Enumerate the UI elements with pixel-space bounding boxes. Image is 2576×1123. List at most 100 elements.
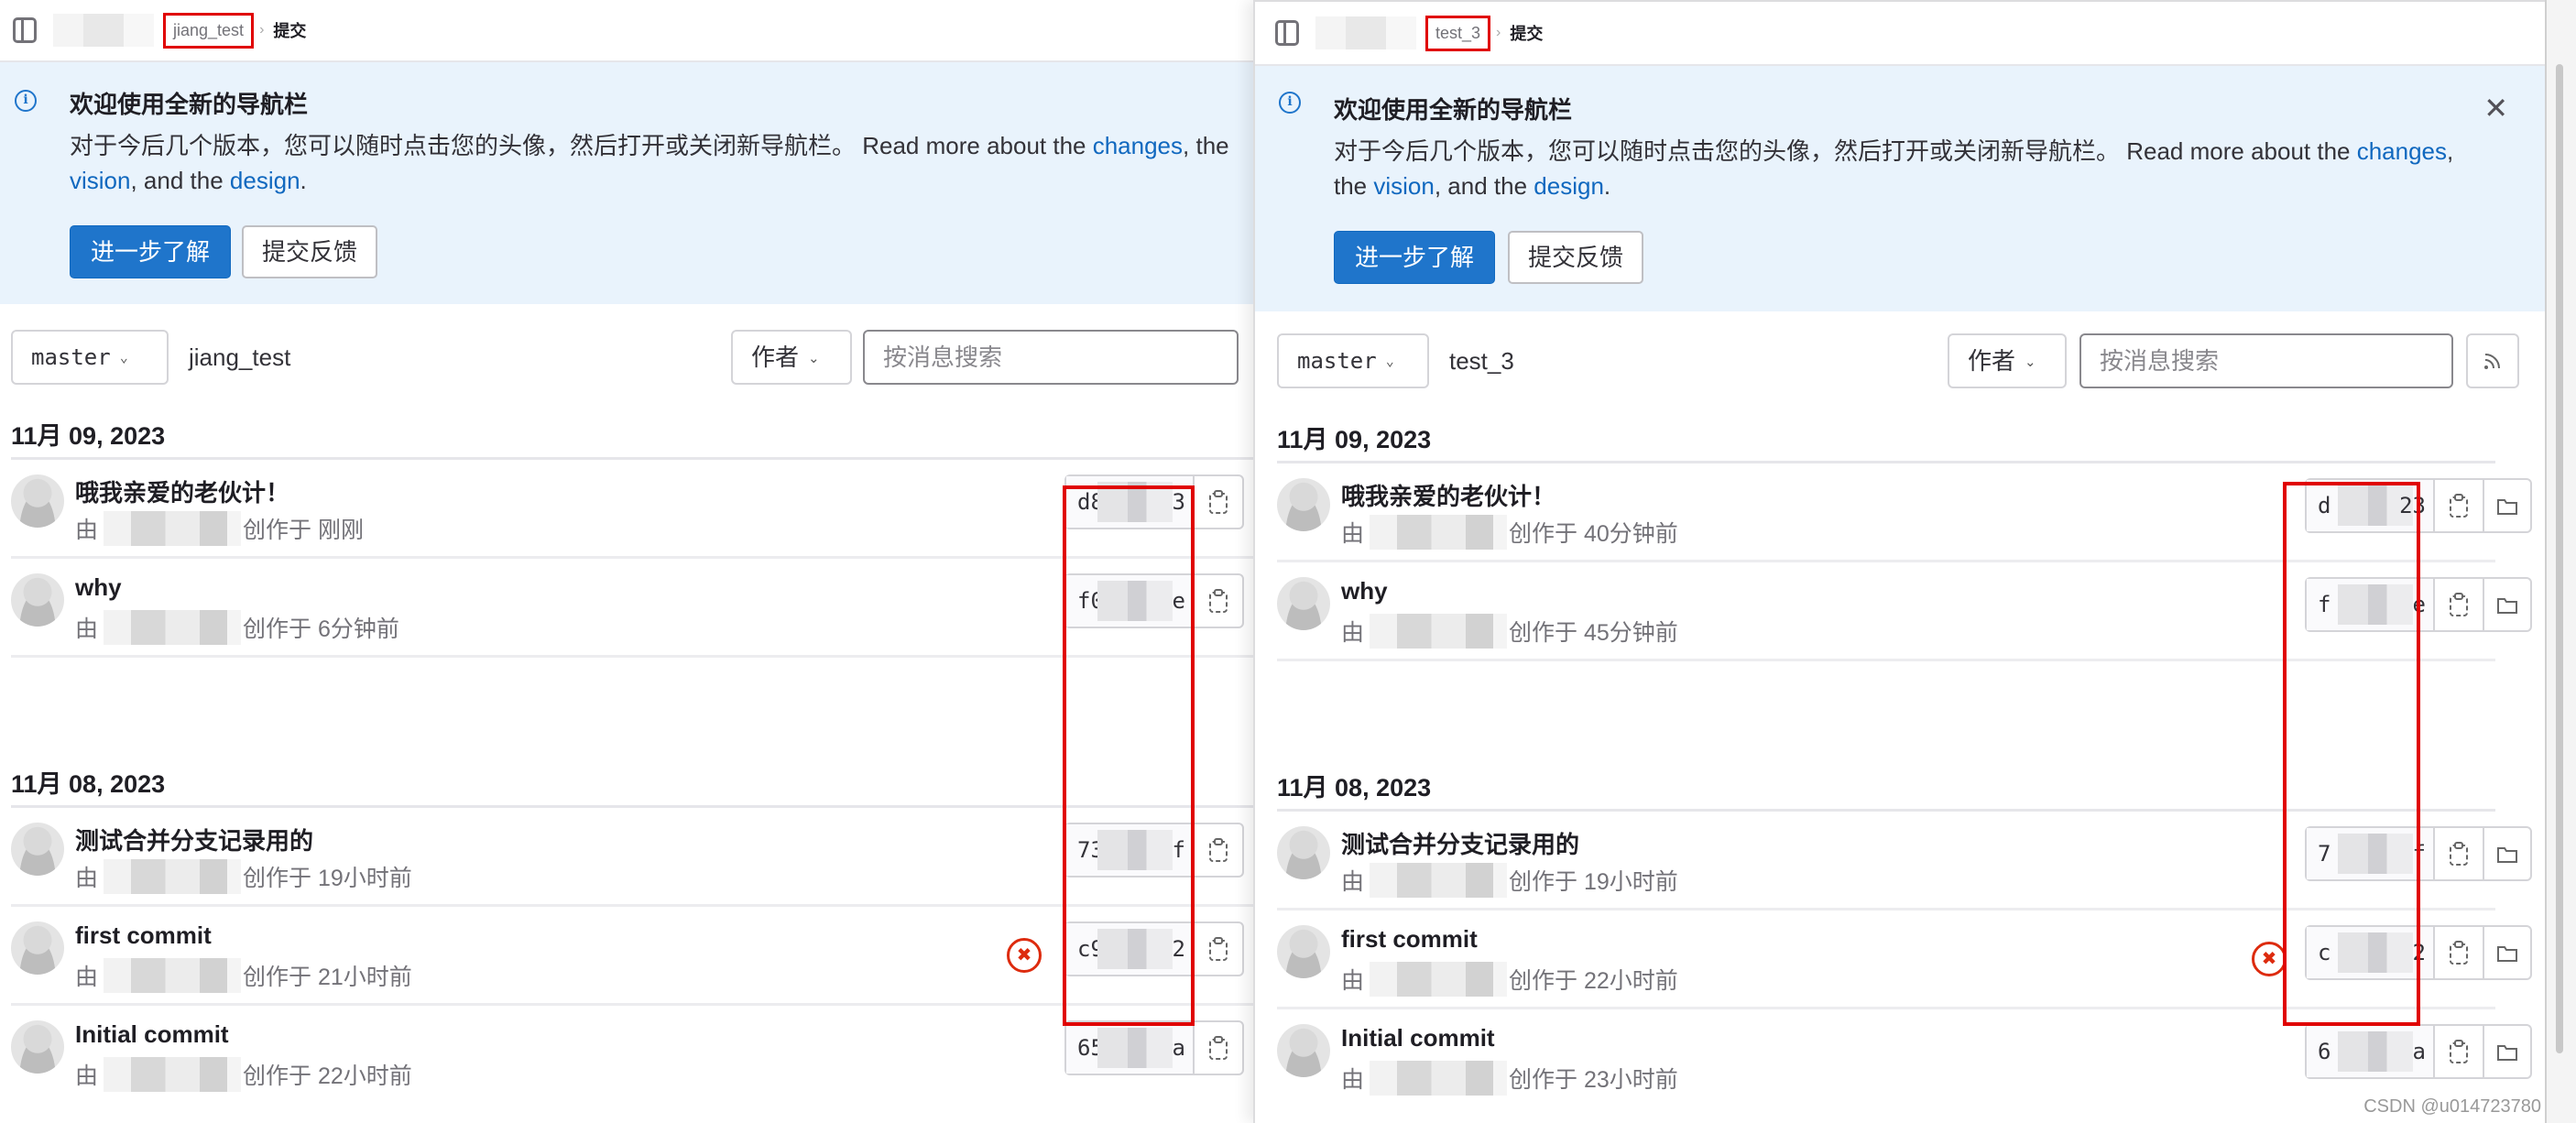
commit-sha[interactable]: c9 2 <box>1066 923 1195 975</box>
avatar[interactable] <box>1277 577 1330 630</box>
commit-list: 11月 09, 2023 哦我亲爱的老伙计！ 由 创作于 刚刚 d8 3 why 由… <box>11 412 1253 1105</box>
author-redacted[interactable] <box>1370 614 1508 649</box>
commit-title[interactable]: first commit <box>1341 925 1478 954</box>
avatar[interactable] <box>1277 478 1330 531</box>
banner-text: 对于今后几个版本，您可以随时点击您的头像，然后打开或关闭新导航栏。 Read m… <box>1334 137 2357 165</box>
avatar[interactable] <box>11 573 64 627</box>
commit-title[interactable]: first commit <box>75 921 212 950</box>
feedback-button[interactable]: 提交反馈 <box>242 225 378 278</box>
created-time: 创作于 6分钟前 <box>243 616 399 642</box>
commit-sha[interactable]: c2 <box>2307 927 2435 978</box>
browse-files-button[interactable] <box>2483 927 2530 978</box>
commit-sha[interactable]: 73 f <box>1066 824 1195 876</box>
avatar[interactable] <box>11 474 64 528</box>
commit-row: 测试合并分支记录用的 由 创作于 19小时前 73 f <box>11 808 1253 907</box>
author-redacted[interactable] <box>104 511 242 546</box>
by-label: 由 <box>1341 620 1365 646</box>
commit-title[interactable]: 测试合并分支记录用的 <box>75 823 313 856</box>
breadcrumb-group-redacted[interactable] <box>53 14 154 47</box>
learn-more-button[interactable]: 进一步了解 <box>1334 231 1496 284</box>
breadcrumb-project[interactable]: test_3 <box>1425 15 1491 51</box>
copy-sha-button[interactable] <box>2435 480 2483 531</box>
sha-button-group: d8 3 <box>1064 474 1244 529</box>
learn-more-button[interactable]: 进一步了解 <box>70 225 232 278</box>
browse-files-button[interactable] <box>2483 480 2530 531</box>
pipeline-failed-icon[interactable]: ✖ <box>2252 942 2287 976</box>
commit-sha[interactable]: 6a <box>2307 1026 2435 1077</box>
close-icon[interactable]: ✕ <box>2483 93 2508 123</box>
commit-row: Initial commit 由 创作于 22小时前 65 a <box>11 1006 1253 1105</box>
banner-title: 欢迎使用全新的导航栏 <box>70 91 309 118</box>
sidebar-toggle-icon[interactable] <box>1275 20 1299 46</box>
author-redacted[interactable] <box>104 610 242 645</box>
copy-sha-button[interactable] <box>1195 923 1242 975</box>
commit-sha[interactable]: f0 e <box>1066 575 1195 627</box>
commit-sha[interactable]: 7f <box>2307 828 2435 879</box>
sha-redacted <box>1097 929 1173 969</box>
commit-row: 哦我亲爱的老伙计！ 由 创作于 刚刚 d8 3 <box>11 460 1253 559</box>
chevron-down-icon: ⌄ <box>2025 354 2036 370</box>
commit-title[interactable]: Initial commit <box>1341 1024 1495 1052</box>
design-link[interactable]: design <box>230 167 300 194</box>
feedback-button[interactable]: 提交反馈 <box>1508 231 1644 284</box>
commit-row: first commit 由创作于 22小时前 ✖ c2 <box>1277 910 2532 1009</box>
scrollbar-thumb[interactable] <box>2556 64 2563 1053</box>
author-redacted[interactable] <box>104 1057 242 1092</box>
sha-redacted <box>2338 584 2413 625</box>
avatar[interactable] <box>1277 1024 1330 1077</box>
commit-title[interactable]: why <box>1341 577 1388 605</box>
branch-selector[interactable]: master ⌄ <box>11 330 169 385</box>
commit-title[interactable]: 哦我亲爱的老伙计！ <box>1341 478 1555 512</box>
avatar[interactable] <box>11 921 64 975</box>
by-label: 由 <box>75 866 99 891</box>
breadcrumb-project[interactable]: jiang_test <box>163 12 255 49</box>
author-filter-dropdown[interactable]: 作者 ⌄ <box>1948 333 2067 388</box>
copy-sha-button[interactable] <box>2435 828 2483 879</box>
design-link[interactable]: design <box>1534 172 1604 200</box>
author-redacted[interactable] <box>1370 515 1508 550</box>
sidebar-toggle-icon[interactable] <box>13 17 37 43</box>
rss-feed-button[interactable] <box>2466 333 2519 388</box>
sha-redacted <box>2338 1031 2413 1072</box>
author-redacted[interactable] <box>104 859 242 894</box>
commit-sha[interactable]: 65 a <box>1066 1022 1195 1074</box>
commit-title[interactable]: why <box>75 573 122 602</box>
commit-sha[interactable]: d8 3 <box>1066 476 1195 528</box>
commit-title[interactable]: 测试合并分支记录用的 <box>1341 826 1579 860</box>
avatar[interactable] <box>1277 826 1330 879</box>
pipeline-failed-icon[interactable]: ✖ <box>1007 938 1042 973</box>
commit-search-input[interactable] <box>863 330 1239 385</box>
commit-title[interactable]: Initial commit <box>75 1020 229 1049</box>
avatar[interactable] <box>1277 925 1330 978</box>
copy-sha-button[interactable] <box>2435 1026 2483 1077</box>
author-redacted[interactable] <box>1370 863 1508 898</box>
breadcrumb-group-redacted[interactable] <box>1315 16 1416 49</box>
copy-sha-button[interactable] <box>2435 927 2483 978</box>
author-redacted[interactable] <box>1370 1061 1508 1096</box>
browse-files-button[interactable] <box>2483 579 2530 630</box>
commit-search-input[interactable] <box>2079 333 2453 388</box>
commit-meta: 由 创作于 19小时前 <box>1341 863 1678 898</box>
commit-sha[interactable]: fe <box>2307 579 2435 630</box>
copy-sha-button[interactable] <box>1195 575 1242 627</box>
sha-end: 2 <box>2412 940 2426 965</box>
author-filter-dropdown[interactable]: 作者 ⌄ <box>731 330 852 385</box>
copy-sha-button[interactable] <box>1195 1022 1242 1074</box>
copy-sha-button[interactable] <box>2435 579 2483 630</box>
author-redacted[interactable] <box>1370 962 1508 997</box>
avatar[interactable] <box>11 823 64 876</box>
copy-sha-button[interactable] <box>1195 824 1242 876</box>
changes-link[interactable]: changes <box>1093 132 1183 159</box>
browse-files-button[interactable] <box>2483 828 2530 879</box>
commit-sha[interactable]: d 23 <box>2307 480 2435 531</box>
browse-files-button[interactable] <box>2483 1026 2530 1077</box>
changes-link[interactable]: changes <box>2357 137 2447 165</box>
vision-link[interactable]: vision <box>70 167 130 194</box>
vision-link[interactable]: vision <box>1373 172 1434 200</box>
commit-title[interactable]: 哦我亲爱的老伙计！ <box>75 474 289 508</box>
branch-selector[interactable]: master ⌄ <box>1277 333 1429 388</box>
copy-sha-button[interactable] <box>1195 476 1242 528</box>
avatar[interactable] <box>11 1020 64 1074</box>
author-redacted[interactable] <box>104 958 242 993</box>
